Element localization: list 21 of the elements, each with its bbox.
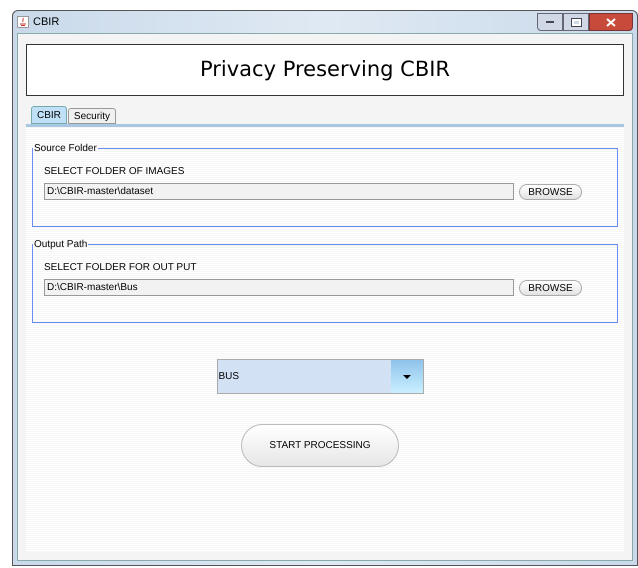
minimize-button[interactable]	[537, 13, 563, 31]
window-title: CBIR	[33, 14, 60, 30]
app-title: Privacy Preserving CBIR	[200, 56, 450, 84]
dropdown-value: BUS	[218, 370, 240, 384]
dropdown-arrow-icon	[402, 374, 410, 378]
maximize-button[interactable]	[563, 13, 589, 31]
field-label: SELECT FOLDER FOR OUT PUT	[44, 261, 198, 275]
category-dropdown[interactable]: BUS	[216, 359, 424, 394]
close-button[interactable]	[589, 13, 633, 31]
path-field[interactable]: D:\CBIR-master\dataset	[44, 183, 514, 200]
close-icon	[606, 18, 616, 26]
start-processing-button[interactable]: START PROCESSING	[241, 424, 399, 467]
field-label: SELECT FOLDER OF IMAGES	[44, 165, 186, 179]
group-legend: Source Folder	[33, 141, 98, 156]
java-icon	[17, 16, 29, 28]
path-field[interactable]: D:\CBIR-master\Bus	[44, 279, 514, 296]
group-legend: Output Path	[33, 237, 88, 252]
browse-button[interactable]: BROWSE	[519, 184, 582, 200]
tab[interactable]: Security	[68, 108, 116, 124]
tab[interactable]: CBIR	[31, 106, 67, 124]
browse-button[interactable]: BROWSE	[519, 280, 582, 296]
